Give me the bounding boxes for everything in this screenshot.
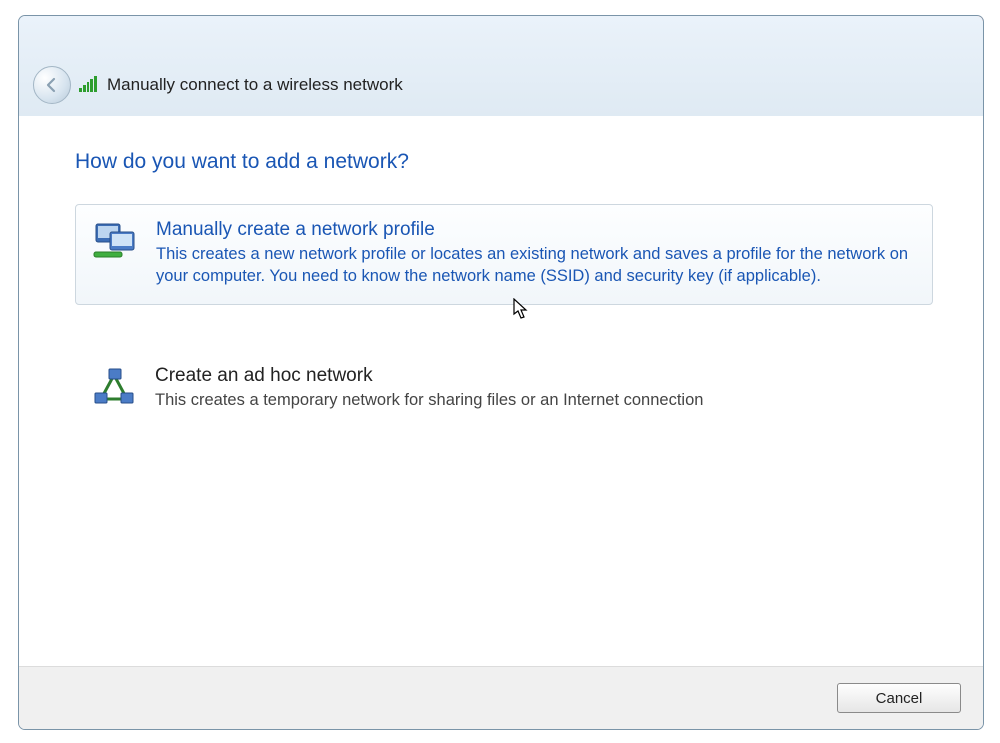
option-title: Create an ad hoc network — [155, 365, 917, 387]
option-description: This creates a temporary network for sha… — [155, 389, 917, 411]
cancel-button[interactable]: Cancel — [837, 683, 961, 713]
page-heading: How do you want to add a network? — [75, 150, 933, 174]
wizard-footer: Cancel — [19, 666, 983, 729]
monitor-network-icon — [92, 219, 138, 265]
adhoc-network-icon — [91, 365, 137, 411]
wizard-window: Manually connect to a wireless network H… — [18, 15, 984, 730]
option-adhoc-network[interactable]: Create an ad hoc network This creates a … — [75, 351, 933, 427]
option-title: Manually create a network profile — [156, 219, 916, 241]
wizard-body: How do you want to add a network? Manual… — [19, 116, 983, 667]
back-button[interactable] — [33, 66, 71, 104]
wizard-header: Manually connect to a wireless network — [19, 16, 983, 117]
back-arrow-icon — [43, 76, 61, 94]
wifi-signal-icon — [79, 76, 97, 92]
wizard-title: Manually connect to a wireless network — [107, 75, 403, 95]
option-description: This creates a new network profile or lo… — [156, 243, 916, 288]
option-text: Manually create a network profile This c… — [156, 219, 916, 288]
option-manual-profile[interactable]: Manually create a network profile This c… — [75, 204, 933, 305]
option-text: Create an ad hoc network This creates a … — [155, 365, 917, 411]
